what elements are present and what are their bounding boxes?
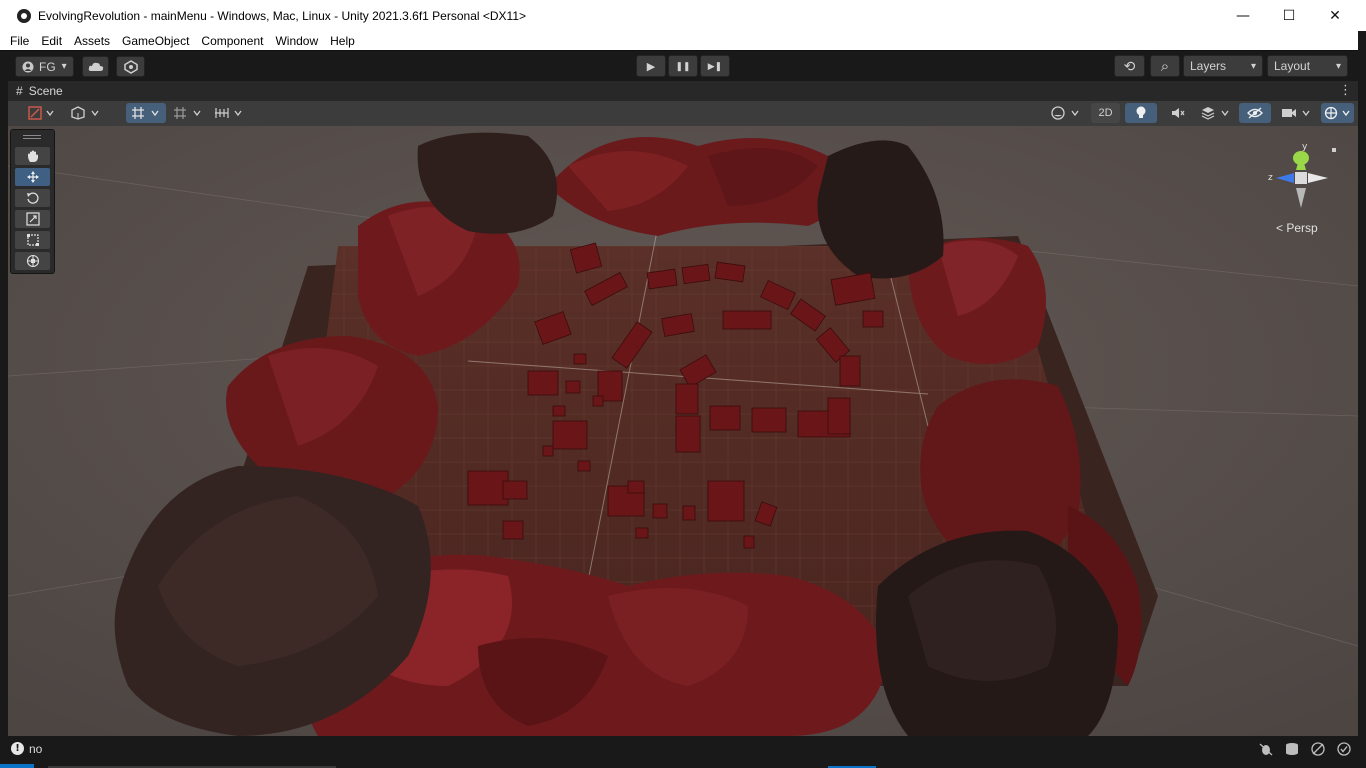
tab-scene[interactable]: # Scene xyxy=(8,81,71,101)
layers-dropdown[interactable]: Layers ▾ xyxy=(1183,55,1263,77)
gizmo-icon xyxy=(1324,106,1350,120)
scale-tool-button[interactable] xyxy=(15,210,50,228)
debug-icon[interactable] xyxy=(1259,742,1273,759)
rect-tool-button[interactable] xyxy=(15,231,50,249)
scene-render xyxy=(8,126,1358,736)
rotate-tool-button[interactable] xyxy=(15,189,50,207)
check-circle-icon[interactable] xyxy=(1337,742,1351,759)
move-tool-button[interactable] xyxy=(15,168,50,186)
grid-snap-toggle[interactable] xyxy=(126,103,166,123)
scene-viewport[interactable]: y z < Persp xyxy=(8,126,1358,736)
layout-label: Layout xyxy=(1274,59,1311,73)
gizmos-dropdown[interactable] xyxy=(1321,103,1354,123)
tab-scene-label: Scene xyxy=(28,84,63,98)
left-border xyxy=(0,81,8,736)
menu-help[interactable]: Help xyxy=(330,34,355,48)
render-mode-dropdown[interactable] xyxy=(1048,103,1084,123)
menu-gameobject[interactable]: GameObject xyxy=(122,34,189,48)
chevron-down-icon: ▾ xyxy=(61,61,67,72)
transform-tool-button[interactable] xyxy=(15,252,50,270)
scene-tab-bar: # Scene ⋮ xyxy=(8,81,1358,102)
menu-bar: File Edit Assets GameObject Component Wi… xyxy=(0,31,1358,50)
menu-window[interactable]: Window xyxy=(275,34,318,48)
maximize-button[interactable]: ☐ xyxy=(1266,0,1312,31)
effects-dropdown[interactable] xyxy=(1198,103,1234,123)
gizmo-z-label: z xyxy=(1268,173,1273,183)
menu-assets[interactable]: Assets xyxy=(74,34,110,48)
draw-mode-icon xyxy=(28,106,54,120)
transform-icon xyxy=(26,254,39,268)
grid-snap-icon xyxy=(132,107,159,119)
hand-icon xyxy=(27,150,38,162)
drag-handle-line xyxy=(23,138,41,139)
account-label: FG xyxy=(39,59,56,74)
2d-toggle-button[interactable]: 2D xyxy=(1091,103,1120,123)
camera-settings-dropdown[interactable] xyxy=(1276,103,1316,123)
axis-gizmo-icon: y z xyxy=(1268,142,1336,208)
chevron-down-icon: ▾ xyxy=(1250,60,1256,72)
account-dropdown[interactable]: FG ▾ xyxy=(15,56,74,77)
orientation-gizmo[interactable]: y z < Persp xyxy=(1266,140,1336,250)
collab-icon xyxy=(123,59,138,74)
menu-file[interactable]: File xyxy=(10,34,29,48)
scene-visibility-toggle[interactable] xyxy=(1239,103,1271,123)
kebab-menu-icon[interactable]: ⋮ xyxy=(1339,83,1352,98)
chevron-down-icon: ▾ xyxy=(1335,60,1341,72)
step-button[interactable]: ▶❚ xyxy=(700,55,730,77)
shading-mode-dropdown[interactable] xyxy=(66,103,106,123)
window-titlebar: EvolvingRevolution - mainMenu - Windows,… xyxy=(0,0,1366,31)
move-arrows-icon xyxy=(26,171,39,183)
scale-icon xyxy=(25,212,40,226)
minimize-button[interactable]: — xyxy=(1220,0,1266,31)
sphere-icon xyxy=(1051,106,1079,120)
transform-tools-panel xyxy=(10,129,55,274)
rotate-icon xyxy=(26,192,39,204)
search-button[interactable]: ⌕ xyxy=(1150,55,1180,77)
drag-handle[interactable] xyxy=(23,135,41,136)
lighting-toggle[interactable] xyxy=(1125,103,1157,123)
layers-label: Layers xyxy=(1190,59,1227,73)
right-border xyxy=(1358,31,1366,736)
snap-increment-icon xyxy=(174,107,201,119)
collab-button[interactable] xyxy=(116,56,145,77)
camera-icon xyxy=(1282,109,1310,117)
grid-visual-dropdown[interactable] xyxy=(211,103,247,123)
close-button[interactable]: ✕ xyxy=(1312,0,1358,31)
taskbar-indicator xyxy=(0,764,34,768)
menu-edit[interactable]: Edit xyxy=(41,34,62,48)
play-button[interactable]: ▶ xyxy=(636,55,666,77)
status-bar: ! no xyxy=(0,736,1366,768)
pause-button[interactable]: ❚❚ xyxy=(668,55,698,77)
increment-snap-dropdown[interactable] xyxy=(171,103,205,123)
hidden-eye-icon xyxy=(1247,107,1263,119)
auto-generate-lighting-icon[interactable] xyxy=(1311,742,1325,759)
undo-history-button[interactable]: ⟲ xyxy=(1114,55,1145,77)
ruler-icon xyxy=(215,108,242,118)
draw-mode-dropdown[interactable] xyxy=(24,103,60,123)
layers-stack-icon xyxy=(1201,107,1229,120)
scene-grid-icon: # xyxy=(16,84,23,98)
window-title: EvolvingRevolution - mainMenu - Windows,… xyxy=(38,8,527,23)
main-toolbar: FG ▾ ▶ ❚❚ ▶❚ ⟲ ⌕ Layers ▾ Layout ▾ xyxy=(0,50,1358,82)
cloud-icon xyxy=(88,62,103,71)
rect-transform-icon xyxy=(26,234,39,246)
hand-tool-button[interactable] xyxy=(15,147,50,165)
light-bulb-icon xyxy=(1136,106,1146,118)
audio-toggle[interactable] xyxy=(1163,103,1193,123)
unity-logo-icon xyxy=(17,8,31,23)
info-icon: ! xyxy=(11,742,24,755)
scene-toolbar: 2D xyxy=(8,101,1358,127)
menu-component[interactable]: Component xyxy=(201,34,263,48)
gizmo-y-label: y xyxy=(1302,142,1308,152)
projection-toggle[interactable]: < Persp xyxy=(1276,221,1318,235)
cloud-button[interactable] xyxy=(82,56,109,77)
cache-server-icon[interactable] xyxy=(1285,742,1299,759)
status-message[interactable]: no xyxy=(29,742,42,756)
layout-dropdown[interactable]: Layout ▾ xyxy=(1267,55,1348,77)
user-icon xyxy=(22,61,34,72)
mute-icon xyxy=(1172,108,1185,118)
cube-icon xyxy=(71,106,99,120)
